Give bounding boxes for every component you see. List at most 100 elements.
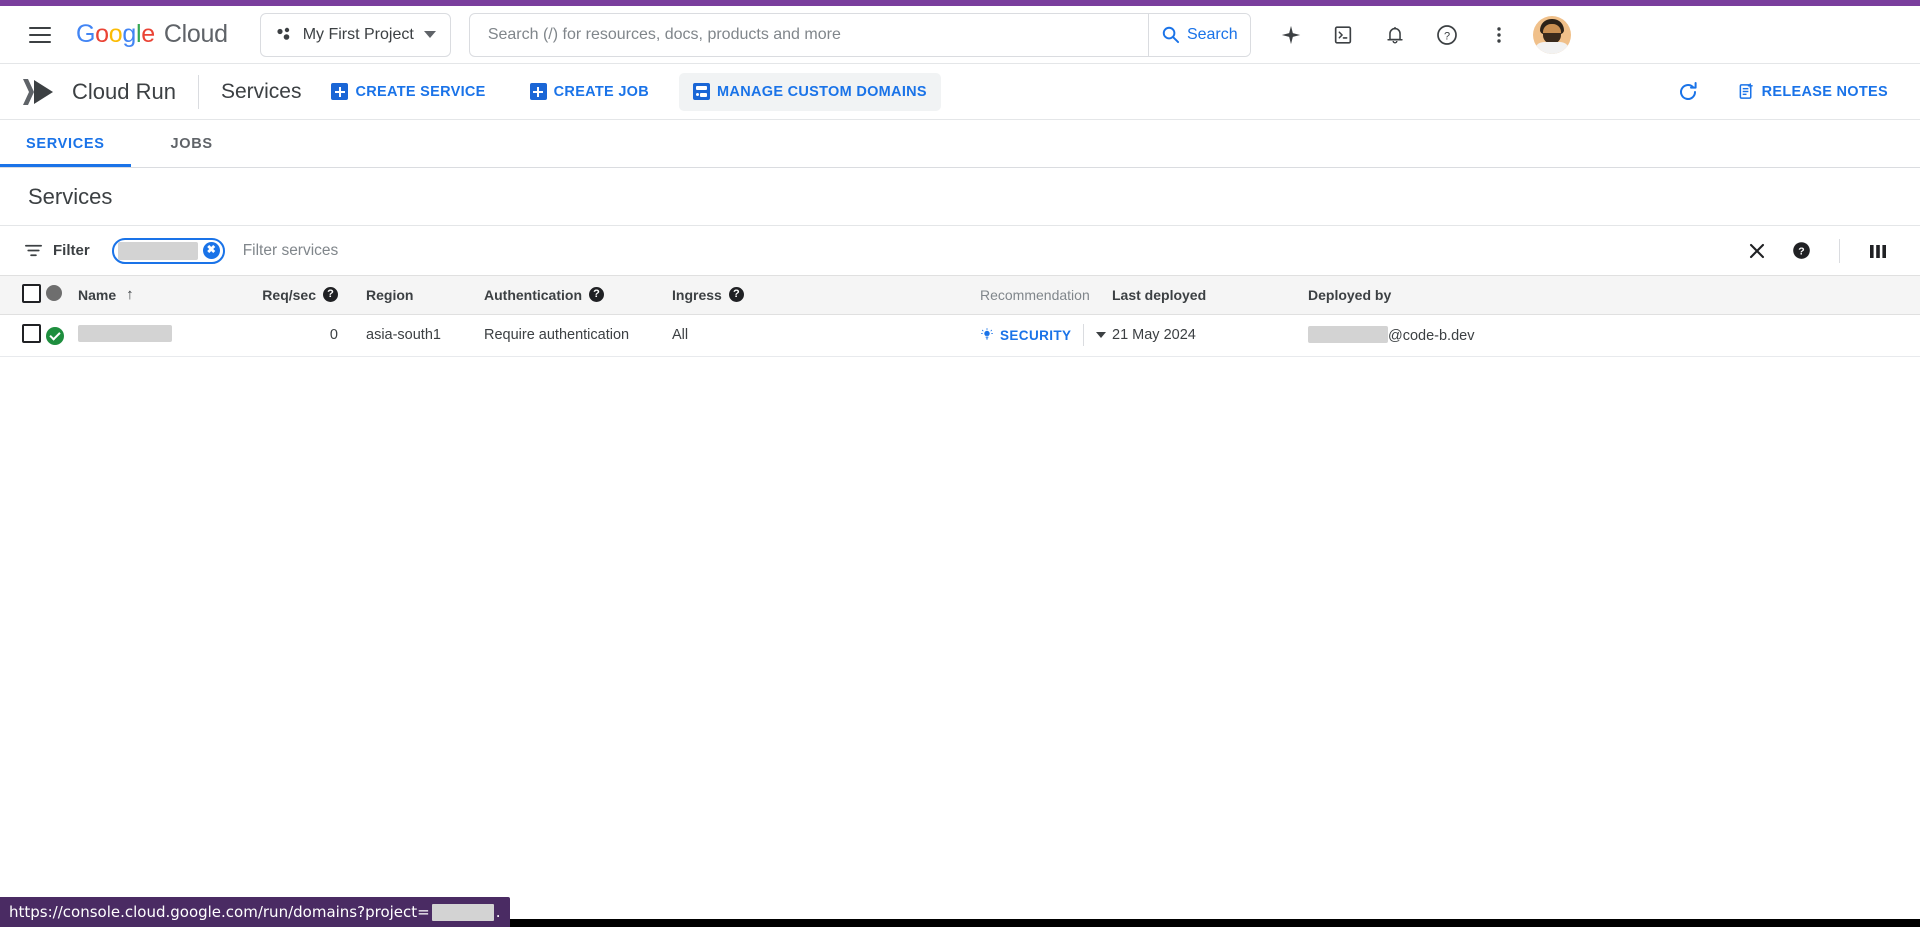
tab-services-label: SERVICES [26, 135, 105, 152]
row-ingress-cell: All [672, 314, 980, 357]
column-header-deployed-by[interactable]: Deployed by [1308, 276, 1920, 315]
create-service-button[interactable]: CREATE SERVICE [317, 73, 499, 111]
plus-icon [331, 83, 349, 100]
column-header-select-all [0, 276, 46, 315]
help-question-icon[interactable]: ? [1425, 13, 1469, 57]
status-ok-icon [46, 326, 64, 345]
column-header-authentication[interactable]: Authentication ? [484, 276, 672, 315]
filter-input[interactable]: Filter services [243, 242, 1737, 260]
google-cloud-header: GoogleCloud My First Project Search [0, 6, 1920, 64]
header-icon-group: ? [1269, 13, 1571, 57]
chip-close-icon[interactable]: ✖ [202, 242, 220, 259]
notifications-bell-icon[interactable] [1373, 13, 1417, 57]
product-page-label: Services [220, 79, 302, 103]
lightbulb-icon [981, 328, 993, 340]
logo-letter-e: e [141, 20, 155, 48]
search-button-label: Search [1186, 25, 1238, 43]
hamburger-bar [29, 26, 51, 29]
select-all-checkbox[interactable] [22, 283, 41, 303]
product-bar: Cloud Run Services CREATE SERVICE CREATE… [0, 64, 1920, 120]
logo-letter-g2: g [122, 20, 136, 48]
help-icon[interactable]: ? [728, 287, 744, 303]
close-icon[interactable] [1737, 231, 1777, 271]
security-recommendation-label: SECURITY [1000, 327, 1072, 343]
filter-toggle[interactable]: Filter [24, 241, 90, 260]
deployed-by-domain: @code-b.dev [1388, 328, 1475, 344]
project-dots-icon [277, 27, 289, 40]
chevron-down-icon[interactable] [1096, 332, 1107, 338]
column-header-recommendation: Recommendation [980, 276, 1112, 315]
column-header-ingress[interactable]: Ingress ? [672, 276, 980, 315]
logo-letter-o1: o [95, 20, 109, 48]
status-bar-url-suffix: . [495, 903, 501, 921]
table-row[interactable]: 0 asia-south1 Require authentication All [0, 314, 1920, 357]
search-button[interactable]: Search [1147, 13, 1250, 56]
filter-icon [24, 244, 43, 257]
help-icon[interactable]: ? [589, 287, 604, 303]
tab-bar: SERVICES JOBS [0, 120, 1920, 168]
tab-jobs[interactable]: JOBS [131, 120, 253, 167]
row-name-cell[interactable] [78, 314, 248, 357]
logo-letter-o2: o [108, 20, 123, 48]
column-header-last-deployed-label: Last deployed [1112, 286, 1207, 303]
more-options-icon[interactable] [1477, 13, 1521, 57]
column-header-deployed-by-label: Deployed by [1308, 286, 1392, 303]
filter-label: Filter [53, 242, 90, 259]
create-job-label: CREATE JOB [553, 83, 650, 100]
column-header-name[interactable]: Name ↑ [78, 276, 248, 315]
status-dot-icon [46, 285, 62, 302]
column-header-authentication-label: Authentication [484, 286, 582, 303]
refresh-icon[interactable] [1666, 70, 1710, 114]
project-selector-label: My First Project [302, 25, 414, 43]
filter-bar-actions: ? [1737, 231, 1898, 271]
release-notes-label: RELEASE NOTES [1761, 83, 1888, 100]
project-selector[interactable]: My First Project [259, 12, 451, 57]
empty-content-area [0, 356, 1920, 919]
column-header-region[interactable]: Region [366, 276, 484, 315]
page-root: GoogleCloud My First Project Search [0, 0, 1920, 927]
svg-text:?: ? [1444, 30, 1450, 42]
row-last-deployed-cell: 21 May 2024 [1112, 314, 1308, 357]
column-header-last-deployed[interactable]: Last deployed [1112, 276, 1308, 315]
filter-bar: Filter ✖ Filter services ? [0, 226, 1920, 276]
tab-services[interactable]: SERVICES [0, 120, 131, 167]
column-header-name-label: Name [78, 286, 117, 303]
sort-ascending-icon: ↑ [126, 286, 134, 304]
column-header-region-label: Region [366, 286, 414, 303]
status-bar-url-redacted-project [431, 903, 494, 921]
search-input[interactable] [469, 13, 1148, 56]
product-title[interactable]: Cloud Run [72, 79, 176, 105]
row-recommendation-cell: SECURITY [980, 314, 1112, 357]
security-recommendation-link[interactable]: SECURITY [980, 328, 1071, 343]
hamburger-menu-icon[interactable] [20, 15, 60, 55]
logo-letter-g: G [76, 20, 96, 48]
recommendation-divider [1083, 324, 1085, 346]
google-cloud-logo[interactable]: Go o g l e Cloud [76, 20, 228, 49]
release-notes-icon [1739, 83, 1753, 99]
user-avatar[interactable] [1532, 15, 1571, 54]
row-checkbox[interactable] [22, 323, 41, 343]
cloud-shell-icon[interactable] [1321, 13, 1365, 57]
services-table: Name ↑ Req/sec ? Region Authentication ?… [0, 276, 1920, 357]
tab-jobs-label: JOBS [170, 135, 213, 152]
manage-custom-domains-button[interactable]: MANAGE CUSTOM DOMAINS [679, 72, 941, 111]
svg-text:?: ? [1798, 245, 1804, 257]
create-job-button[interactable]: CREATE JOB [516, 73, 663, 111]
row-region-cell: asia-south1 [366, 314, 484, 357]
column-header-status [46, 276, 78, 315]
table-header: Name ↑ Req/sec ? Region Authentication ?… [0, 276, 1920, 315]
column-header-req-sec[interactable]: Req/sec ? [248, 276, 366, 315]
status-bar-url-prefix: https://console.cloud.google.com/run/dom… [9, 903, 430, 921]
row-authentication-cell: Require authentication [484, 314, 672, 357]
column-header-ingress-label: Ingress [672, 286, 722, 303]
filter-chip[interactable]: ✖ [111, 237, 225, 264]
plus-icon [529, 83, 547, 100]
deployed-by-redacted [1308, 326, 1388, 343]
column-display-options-icon[interactable] [1858, 231, 1898, 271]
help-icon[interactable]: ? [323, 287, 338, 303]
help-icon[interactable]: ? [1781, 231, 1821, 271]
column-header-recommendation-label: Recommendation [980, 286, 1090, 303]
gemini-spark-icon[interactable] [1269, 13, 1313, 57]
release-notes-button[interactable]: RELEASE NOTES [1724, 73, 1902, 111]
search-icon [1162, 26, 1180, 44]
